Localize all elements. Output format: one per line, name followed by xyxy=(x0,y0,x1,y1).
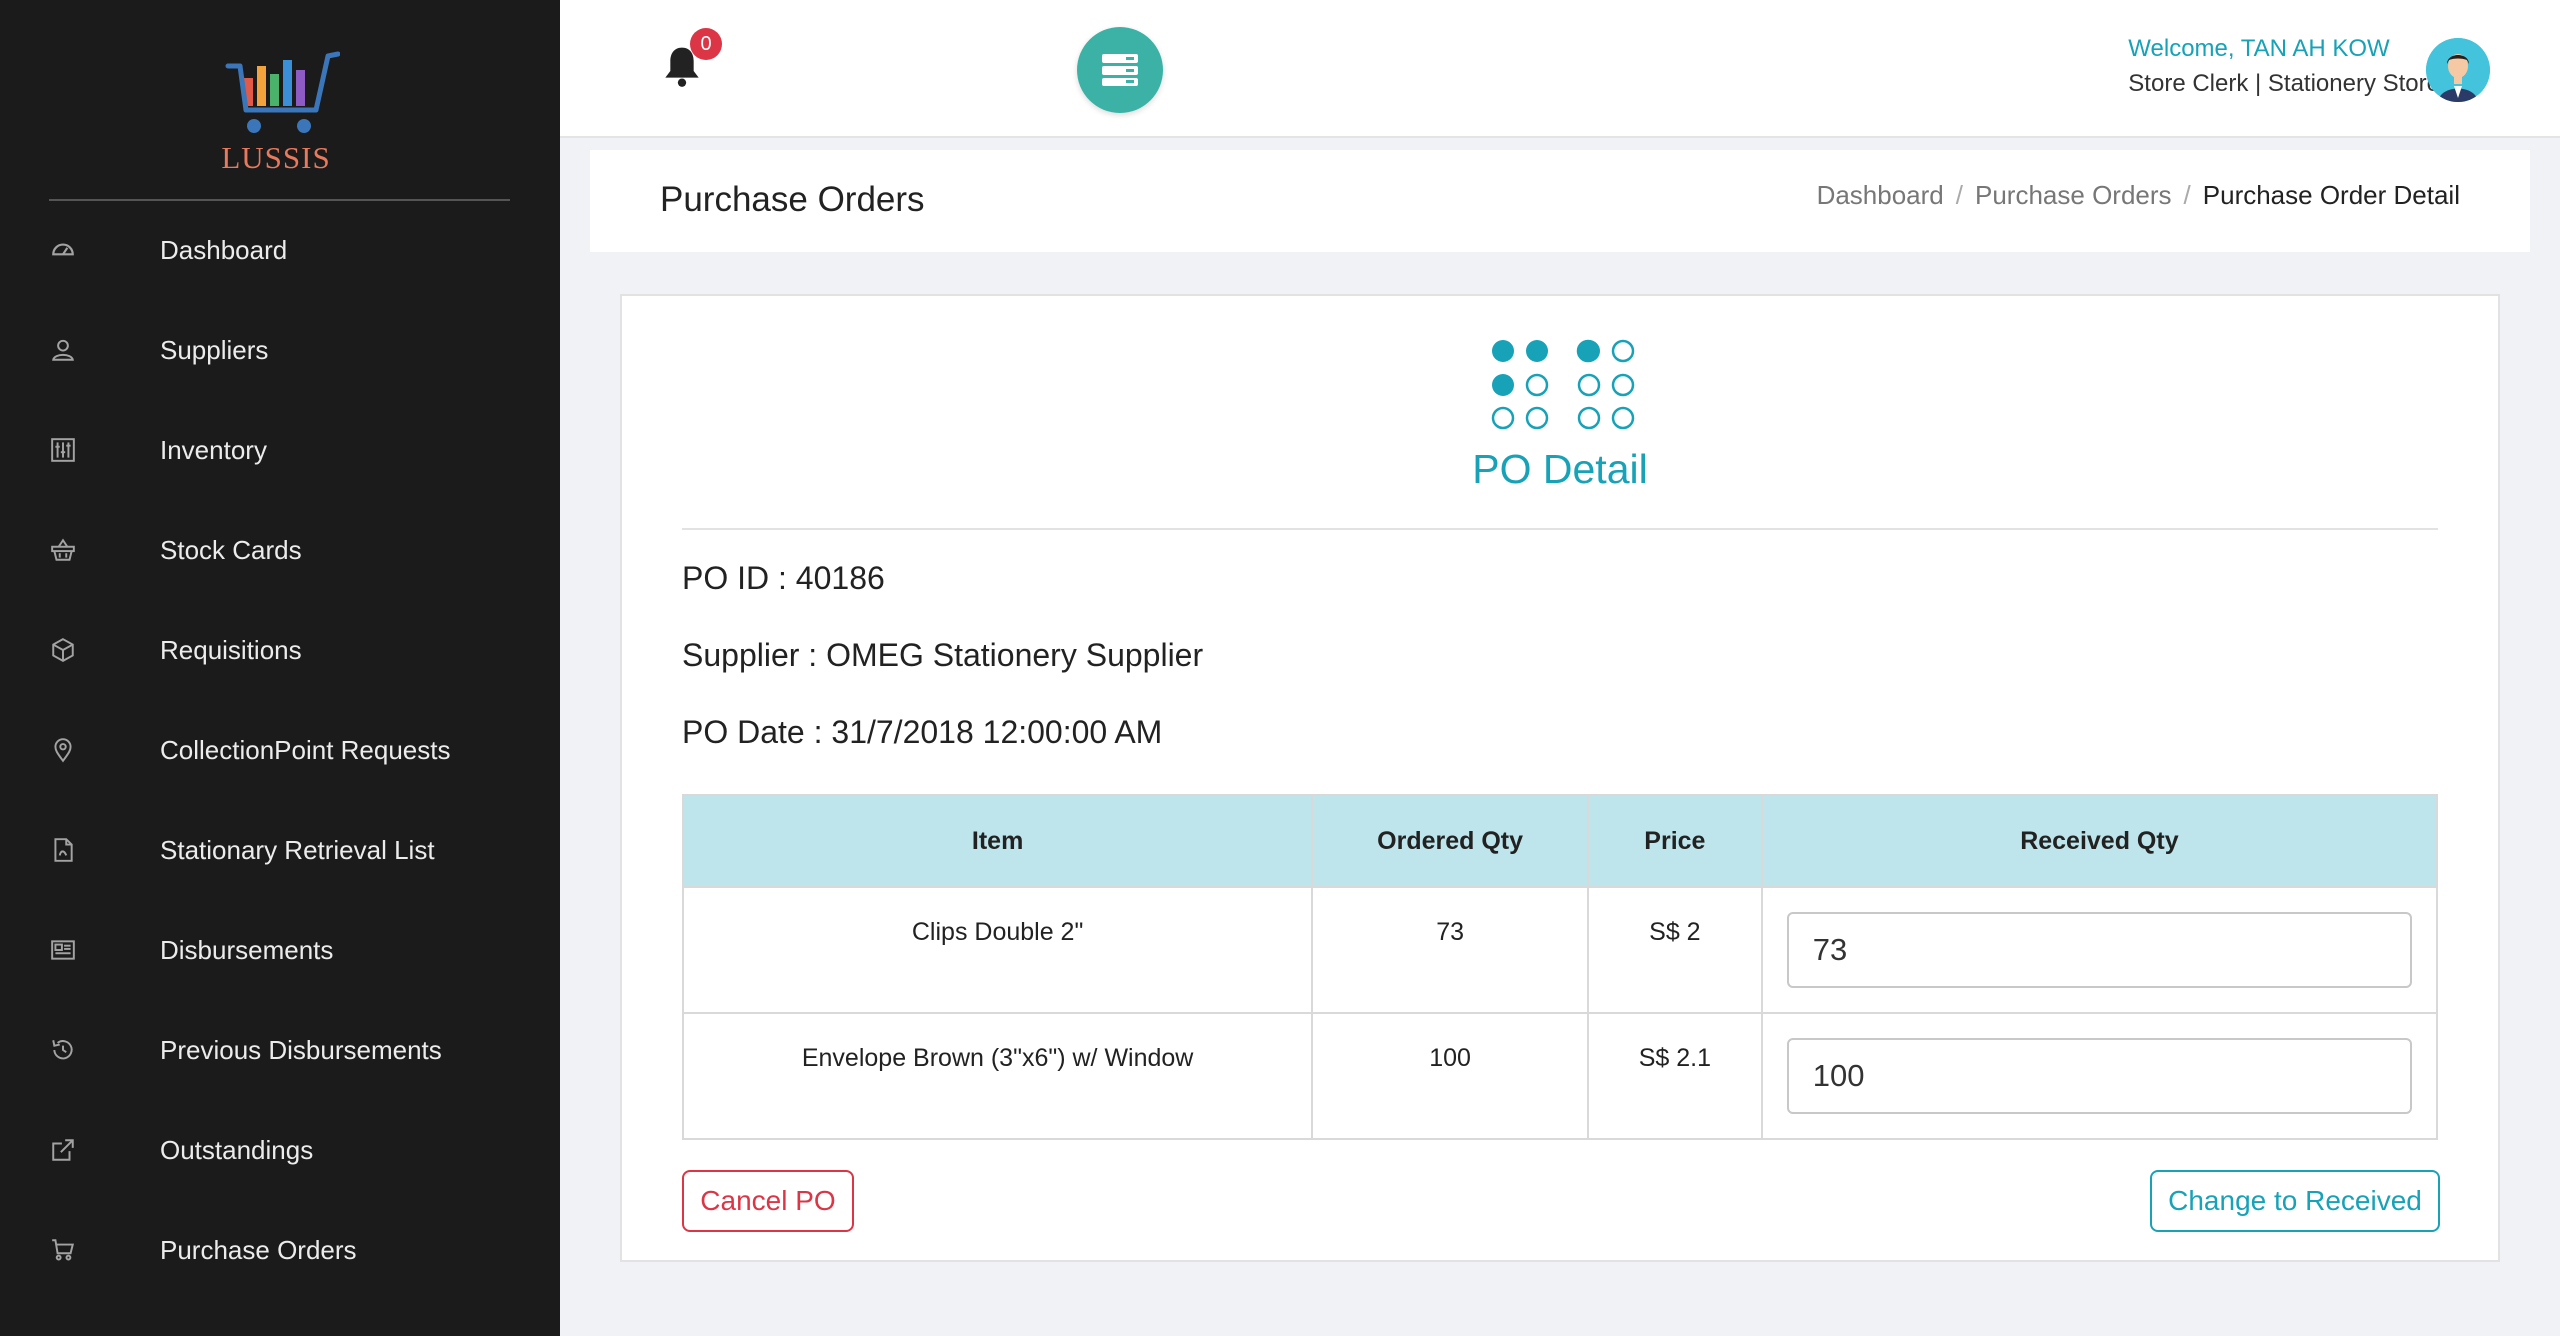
braille-dots-icon-right xyxy=(1577,339,1635,430)
location-pin-icon xyxy=(0,737,160,763)
sidebar-item-label: Disbursements xyxy=(160,934,334,965)
avatar[interactable] xyxy=(2426,38,2490,102)
po-items-table: Item Ordered Qty Price Received Qty Clip… xyxy=(681,794,2439,1140)
logo-text: LUSSIS xyxy=(221,140,331,175)
page-title: Purchase Orders xyxy=(660,180,925,219)
received-qty-cell xyxy=(1760,886,2439,1014)
sidebar-item-inventory[interactable]: Inventory xyxy=(0,400,560,500)
user-avatar-icon xyxy=(2426,38,2490,102)
sidebar-item-collectionpoint-requests[interactable]: CollectionPoint Requests xyxy=(0,700,560,800)
basket-icon xyxy=(0,537,160,563)
sidebar-nav: Dashboard Suppliers Inventory Stock Card… xyxy=(0,200,560,1300)
external-link-icon xyxy=(0,1137,160,1163)
po-detail-card: PO Detail PO ID : 40186 Supplier : OMEG … xyxy=(620,294,2500,1262)
table-row: Clips Double 2" 73 S$ 2 xyxy=(681,886,2439,1014)
user-icon xyxy=(0,337,160,363)
change-to-received-button[interactable]: Change to Received xyxy=(2150,1170,2440,1232)
sidebar-item-disbursements[interactable]: Disbursements xyxy=(0,900,560,1000)
price-cell: S$ 2 xyxy=(1586,886,1763,1014)
menu-toggle-button[interactable] xyxy=(1077,27,1163,113)
ordered-qty-cell: 73 xyxy=(1311,886,1589,1014)
sliders-icon xyxy=(0,437,160,463)
sidebar-item-stock-cards[interactable]: Stock Cards xyxy=(0,500,560,600)
logo[interactable]: LUSSIS xyxy=(0,0,560,200)
sidebar-item-label: Outstandings xyxy=(160,1134,314,1165)
breadcrumb-purchase-orders[interactable]: Purchase Orders xyxy=(1975,180,2172,211)
card-divider xyxy=(682,528,2438,530)
supplier-text: Supplier : OMEG Stationery Supplier xyxy=(682,637,1204,673)
shopping-cart-icon xyxy=(0,1237,160,1263)
sidebar-item-label: Stock Cards xyxy=(160,534,302,565)
sidebar-item-stationary-retrieval-list[interactable]: Stationary Retrieval List xyxy=(0,800,560,900)
sidebar-item-previous-disbursements[interactable]: Previous Disbursements xyxy=(0,1000,560,1100)
breadcrumb-separator: / xyxy=(1955,180,1963,210)
column-header-price: Price xyxy=(1586,794,1763,888)
notification-badge: 0 xyxy=(690,28,722,60)
sidebar-item-suppliers[interactable]: Suppliers xyxy=(0,300,560,400)
sidebar-item-dashboard[interactable]: Dashboard xyxy=(0,200,560,300)
sidebar-item-label: Stationary Retrieval List xyxy=(160,834,435,865)
sidebar-item-outstandings[interactable]: Outstandings xyxy=(0,1100,560,1200)
sidebar: LUSSIS Dashboard Suppliers Inventory Sto xyxy=(0,0,560,1336)
breadcrumb: Dashboard / Purchase Orders / Purchase O… xyxy=(1817,180,2460,211)
sidebar-item-label: Suppliers xyxy=(160,334,269,365)
column-header-received-qty: Received Qty xyxy=(1760,794,2439,888)
sidebar-item-label: Purchase Orders xyxy=(160,1234,357,1265)
item-cell: Clips Double 2" xyxy=(681,886,1314,1014)
item-cell: Envelope Brown (3"x6") w/ Window xyxy=(681,1012,1314,1140)
table-header-row: Item Ordered Qty Price Received Qty xyxy=(681,794,2439,888)
breadcrumb-separator: / xyxy=(2183,180,2191,210)
cancel-po-button[interactable]: Cancel PO xyxy=(682,1170,854,1232)
pdf-file-icon xyxy=(0,837,160,863)
received-qty-input[interactable] xyxy=(1786,1038,2412,1114)
server-icon xyxy=(1102,54,1138,86)
user-info: Welcome, TAN AH KOW Store Clerk | Statio… xyxy=(2128,32,2440,102)
breadcrumb-dashboard[interactable]: Dashboard xyxy=(1817,180,1944,211)
table-row: Envelope Brown (3"x6") w/ Window 100 S$ … xyxy=(681,1012,2439,1140)
po-date-text: PO Date : 31/7/2018 12:00:00 AM xyxy=(682,714,1163,750)
package-icon xyxy=(0,637,160,663)
dashboard-icon xyxy=(0,237,160,263)
user-role-text: Store Clerk | Stationery Store xyxy=(2128,70,2440,97)
column-header-item: Item xyxy=(681,794,1314,888)
sidebar-item-label: CollectionPoint Requests xyxy=(160,734,451,765)
newspaper-icon xyxy=(0,937,160,963)
welcome-text: Welcome, TAN AH KOW xyxy=(2128,35,2390,62)
column-header-ordered-qty: Ordered Qty xyxy=(1311,794,1589,888)
received-qty-input[interactable] xyxy=(1786,912,2412,988)
sidebar-item-label: Previous Disbursements xyxy=(160,1034,442,1065)
breadcrumb-current: Purchase Order Detail xyxy=(2202,180,2460,210)
history-icon xyxy=(0,1037,160,1063)
sidebar-item-label: Dashboard xyxy=(160,234,288,265)
sidebar-item-label: Requisitions xyxy=(160,634,302,665)
card-heading: PO Detail xyxy=(1472,446,1648,492)
sidebar-item-label: Inventory xyxy=(160,434,267,465)
cart-logo-icon xyxy=(225,51,340,133)
page-title-bar: Purchase Orders Dashboard / Purchase Ord… xyxy=(590,150,2530,252)
ordered-qty-cell: 100 xyxy=(1311,1012,1589,1140)
received-qty-cell xyxy=(1760,1012,2439,1140)
price-cell: S$ 2.1 xyxy=(1586,1012,1763,1140)
po-id-text: PO ID : 40186 xyxy=(682,560,885,596)
sidebar-item-requisitions[interactable]: Requisitions xyxy=(0,600,560,700)
sidebar-item-purchase-orders[interactable]: Purchase Orders xyxy=(0,1200,560,1300)
